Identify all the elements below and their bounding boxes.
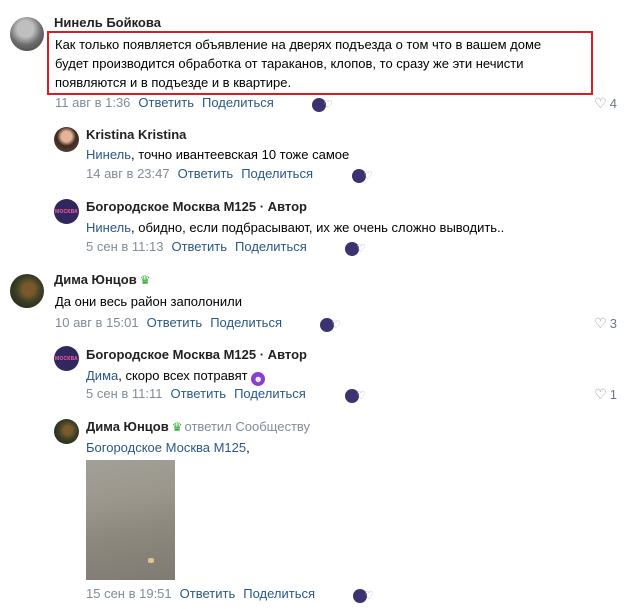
photo-speck <box>148 558 154 563</box>
comment-meta: 14 авг в 23:47 Ответить Поделиться <box>86 166 313 181</box>
comment-author[interactable]: Богородское Москва М125 · Автор <box>86 347 307 362</box>
heart-icon: ♡ <box>594 315 607 331</box>
mention-link[interactable]: Дима <box>86 368 118 383</box>
community-like-badge: ♡ <box>345 387 369 403</box>
share-button[interactable]: Поделиться <box>235 239 307 254</box>
like-button[interactable]: ♡ 1 <box>594 386 617 403</box>
comment-text-body: , точно ивантеевская 10 тоже самое <box>131 147 350 162</box>
community-like-badge: ♡ <box>345 240 369 256</box>
heart-icon: ♡ <box>323 99 333 111</box>
like-count: 4 <box>609 96 617 111</box>
comment-meta: 10 авг в 15:01 Ответить Поделиться <box>55 315 282 330</box>
reply-button[interactable]: Ответить <box>170 386 226 401</box>
like-button[interactable]: ♡ 3 <box>594 315 617 332</box>
avatar[interactable] <box>10 17 44 51</box>
community-like-badge: ♡ <box>312 96 336 112</box>
reply-button[interactable]: Ответить <box>138 95 194 110</box>
heart-icon: ♡ <box>594 95 607 111</box>
attached-photo[interactable] <box>86 460 175 580</box>
comment-author[interactable]: Дима Юнцов ♛ ответил Сообществу <box>86 419 310 434</box>
comment-meta: 5 сен в 11:13 Ответить Поделиться <box>86 239 307 254</box>
community-like-badge: ♡ <box>352 167 376 183</box>
share-button[interactable]: Поделиться <box>243 586 315 601</box>
community-like-badge: ♡ <box>353 587 377 603</box>
comment-date[interactable]: 14 авг в 23:47 <box>86 166 170 181</box>
mention-link[interactable]: Нинель <box>86 220 131 235</box>
comment-text-body: , скоро всех потравят <box>118 368 248 383</box>
share-button[interactable]: Поделиться <box>234 386 306 401</box>
like-count: 3 <box>609 316 617 331</box>
comment-date[interactable]: 10 авг в 15:01 <box>55 315 139 330</box>
heart-icon: ♡ <box>363 170 373 182</box>
comment-date[interactable]: 5 сен в 11:11 <box>86 386 162 401</box>
comment-author[interactable]: Kristina Kristina <box>86 127 186 142</box>
comment-text: Нинель, обидно, если подбрасывают, их же… <box>86 218 504 237</box>
comment-meta: 15 сен в 19:51 Ответить Поделиться <box>86 586 315 601</box>
comment-meta: 5 сен в 11:11 Ответить Поделиться <box>86 386 306 401</box>
comment-date[interactable]: 5 сен в 11:13 <box>86 239 163 254</box>
avatar-label: МОСКВА <box>55 208 78 215</box>
reply-button[interactable]: Ответить <box>147 315 203 330</box>
avatar[interactable] <box>10 274 44 308</box>
author-name: Дима Юнцов <box>54 272 137 287</box>
heart-icon: ♡ <box>331 319 341 331</box>
comment-author[interactable]: Нинель Бойкова <box>54 15 161 30</box>
replied-to-label: ответил Сообществу <box>184 419 311 434</box>
heart-icon: ♡ <box>594 386 607 402</box>
comment-meta: 11 авг в 1:36 Ответить Поделиться <box>55 95 274 110</box>
heart-icon: ♡ <box>356 243 366 255</box>
like-count: 1 <box>609 387 617 402</box>
comment-text-line-2: будет производится обработка от таракано… <box>55 56 524 71</box>
mention-link[interactable]: Богородское Москва М125 <box>86 440 246 455</box>
reply-button[interactable]: Ответить <box>178 166 234 181</box>
comment-text: Нинель, точно ивантеевская 10 тоже самое <box>86 145 349 164</box>
avatar[interactable] <box>54 127 79 152</box>
share-button[interactable]: Поделиться <box>202 95 274 110</box>
crown-icon: ♛ <box>171 420 183 434</box>
comment-text-body: , обидно, если подбрасывают, их же очень… <box>131 220 505 235</box>
avatar[interactable]: МОСКВА <box>54 199 79 224</box>
heart-icon: ♡ <box>356 390 366 402</box>
mention-link[interactable]: Нинель <box>86 147 131 162</box>
share-button[interactable]: Поделиться <box>241 166 313 181</box>
crown-icon: ♛ <box>139 273 151 287</box>
comment-text-line-3: появляются и в подъезде и в квартире. <box>55 75 292 90</box>
devil-emoji-icon: ☻ <box>251 372 266 386</box>
comment-text: Да они весь район заполонили <box>55 294 242 309</box>
comment-author[interactable]: Дима Юнцов ♛ <box>54 272 151 287</box>
comment-author[interactable]: Богородское Москва М125 · Автор <box>86 199 307 214</box>
like-button[interactable]: ♡ 4 <box>594 95 617 112</box>
heart-icon: ♡ <box>364 590 374 602</box>
comment-text-line-1: Как только появляется объявление на двер… <box>55 37 542 52</box>
reply-button[interactable]: Ответить <box>171 239 227 254</box>
avatar[interactable]: МОСКВА <box>54 346 79 371</box>
comment-date[interactable]: 11 авг в 1:36 <box>55 95 130 110</box>
comment-date[interactable]: 15 сен в 19:51 <box>86 586 172 601</box>
avatar[interactable] <box>54 419 79 444</box>
reply-button[interactable]: Ответить <box>180 586 236 601</box>
comment-text-body: , <box>246 440 250 455</box>
author-name: Дима Юнцов <box>86 419 169 434</box>
community-like-badge: ♡ <box>320 316 344 332</box>
avatar-label: МОСКВА <box>55 355 78 362</box>
comment-text: Богородское Москва М125, <box>86 438 250 457</box>
share-button[interactable]: Поделиться <box>210 315 282 330</box>
comment-text: Дима, скоро всех потравят ☻ <box>86 366 266 386</box>
